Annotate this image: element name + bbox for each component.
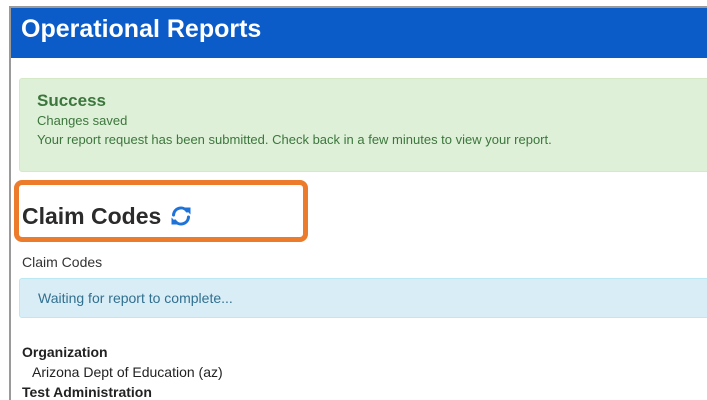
- organization-value: Arizona Dept of Education (az): [32, 364, 223, 380]
- page-header: Operational Reports: [11, 8, 707, 58]
- organization-label: Organization: [22, 344, 108, 360]
- refresh-icon[interactable]: [169, 204, 193, 228]
- report-details: Organization Arizona Dept of Education (…: [22, 342, 223, 400]
- success-alert: Success Changes saved Your report reques…: [19, 78, 707, 172]
- success-alert-title: Success: [37, 91, 106, 110]
- report-page: Operational Reports Success Changes save…: [9, 6, 707, 400]
- test-administration-label: Test Administration: [22, 384, 152, 400]
- page-title: Operational Reports: [21, 15, 262, 43]
- report-status-alert: Waiting for report to complete...: [19, 278, 707, 318]
- report-title-text: Claim Codes: [22, 203, 162, 229]
- report-heading: Claim Codes: [22, 201, 193, 231]
- success-alert-message: Changes saved: [37, 113, 128, 128]
- report-subtitle: Claim Codes: [22, 254, 103, 270]
- report-status-text: Waiting for report to complete...: [38, 290, 233, 306]
- success-alert-detail: Your report request has been submitted. …: [37, 132, 552, 147]
